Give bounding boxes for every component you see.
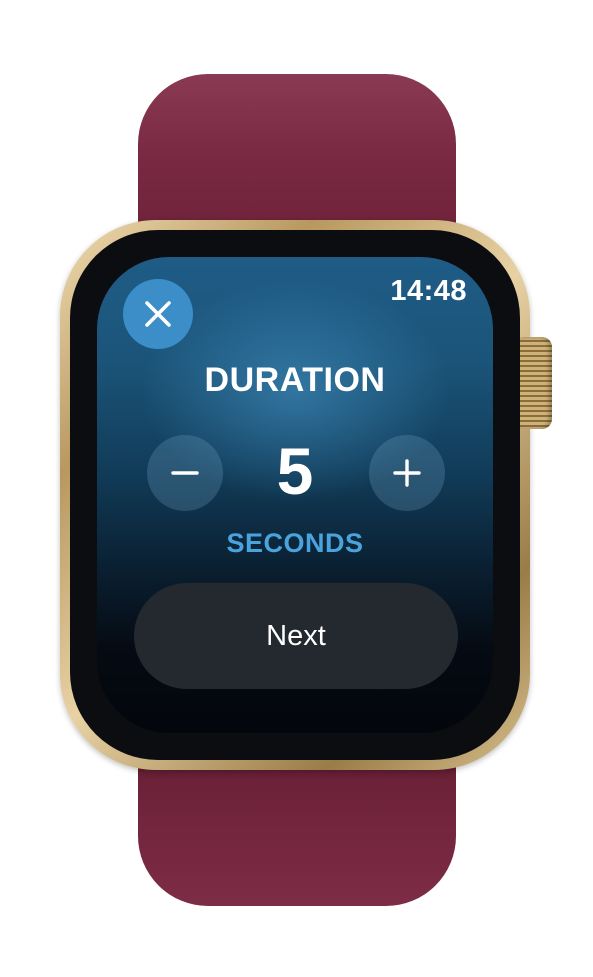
close-button[interactable]: [123, 279, 193, 349]
minus-icon: [171, 471, 199, 475]
watch-device: 14:48 DURATION 5 SECONDS Next: [0, 0, 593, 977]
decrement-button[interactable]: [147, 435, 223, 511]
plus-icon: [393, 459, 421, 487]
increment-button[interactable]: [369, 435, 445, 511]
duration-unit: SECONDS: [226, 528, 364, 558]
page-title: DURATION: [204, 361, 386, 399]
duration-value: 5: [276, 434, 314, 508]
watch-screen: 14:48 DURATION 5 SECONDS Next: [97, 257, 493, 733]
next-button[interactable]: Next: [134, 583, 458, 689]
status-time: 14:48: [390, 275, 467, 307]
close-icon: [145, 301, 171, 327]
